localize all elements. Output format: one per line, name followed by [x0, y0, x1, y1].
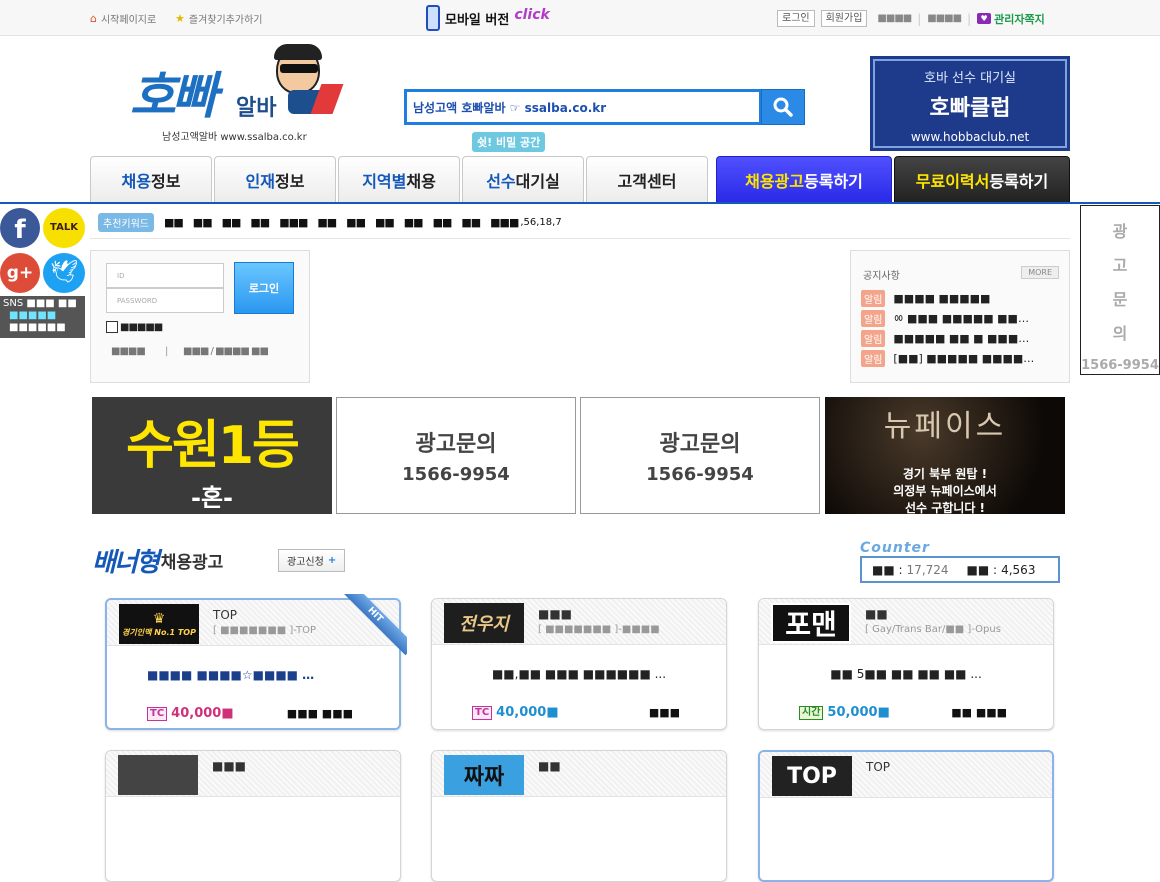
notice-item[interactable]: 알림 ㆀ ■■■ ■■■■■ ■■… — [861, 308, 1034, 328]
google-plus-icon[interactable]: g+ — [0, 253, 40, 293]
keyword-item[interactable]: ■■ — [193, 216, 213, 229]
job-card[interactable]: ■■■ — [105, 750, 401, 882]
keyword-item[interactable]: ■■ — [346, 216, 366, 229]
plus-icon: + — [327, 555, 337, 566]
id-field[interactable]: ID — [106, 263, 224, 288]
divider: | — [165, 346, 169, 357]
mobile-version-link[interactable]: 모바일 버전 click — [426, 5, 550, 31]
keyword-item[interactable]: ■■ — [250, 216, 270, 229]
auto-login-checkbox[interactable]: ■■■■■ — [106, 321, 163, 333]
kakaotalk-icon[interactable]: TALK — [43, 208, 85, 248]
ad-banner-inquiry-2[interactable]: 광고문의 1566-9954 — [580, 397, 820, 514]
keyword-item[interactable]: ■■■ — [279, 216, 308, 229]
checkbox-icon — [106, 321, 118, 333]
hobbaclub-banner[interactable]: 호바 선수 대기실 호빠클럽 www.hobbaclub.net — [870, 56, 1070, 151]
divider: | — [967, 11, 972, 26]
twitter-icon[interactable]: 🕊 — [43, 253, 85, 293]
search-icon — [773, 97, 793, 117]
keyword-item[interactable]: ■■ — [317, 216, 337, 229]
divider: | — [917, 11, 922, 26]
company-logo: TOP — [772, 756, 852, 796]
ad-banner-inquiry-1[interactable]: 광고문의 1566-9954 — [336, 397, 576, 514]
site-logo[interactable]: 호빠 알바 남성고액알바 www.ssalba.co.kr — [128, 44, 344, 144]
signup-link[interactable]: ■■■■ — [111, 346, 146, 357]
password-field[interactable]: PASSWORD — [106, 288, 224, 313]
side-ad-inquiry[interactable]: 광 고 문 의 1566-9954 — [1080, 205, 1160, 375]
keyword-item[interactable]: ■■ — [461, 216, 481, 229]
bookmark-link[interactable]: ★ 즐겨찾기추가하기 — [175, 11, 262, 26]
visitor-counter: Counter ■■ : 17,724 ■■ : 4,563 — [860, 540, 1060, 583]
section-title: 배너형 채용광고 — [92, 548, 224, 578]
company-logo — [118, 755, 198, 795]
find-account-link[interactable]: ■■■ / ■■■■ ■■ — [183, 346, 269, 357]
tab-talent-info[interactable]: 인재 정보 — [214, 156, 336, 202]
login-button[interactable]: 로그인 — [234, 262, 294, 314]
job-card[interactable]: TOP TOP — [758, 750, 1054, 882]
notice-panel: 공지사항 MORE 알림 ■■■■ ■■■■■ 알림 ㆀ ■■■ ■■■■■ ■■…… — [850, 250, 1070, 383]
company-logo: 전우지 — [444, 603, 524, 643]
job-card[interactable]: 짜짜 ■■ — [431, 750, 727, 882]
company-logo: 짜짜 — [444, 755, 524, 795]
keyword-item[interactable]: ■■ — [222, 216, 242, 229]
job-card[interactable]: 전우지 ■■■ [ ■■■■■■■ ]-■■■■ ■■,■■ ■■■ ■■■■■… — [431, 598, 727, 730]
nav-underline — [0, 202, 1160, 204]
social-panel: f TALK g+ 🕊 SNS ■■■ ■■ ■■■■■ ■■■■■■ — [0, 207, 85, 338]
search-button[interactable] — [761, 89, 805, 125]
keyword-bar: 추천키워드 ■■ ■■ ■■ ■■ ■■■ ■■ ■■ ■■ ■■ ■■ ■■ … — [90, 207, 1070, 239]
notice-item[interactable]: 알림 ■■■■■ ■■ ■ ■■■… — [861, 328, 1034, 348]
mascot-image — [258, 44, 344, 116]
login-link[interactable]: 로그인 — [777, 10, 815, 27]
ad-banner-newface[interactable]: 뉴페이스 경기 북부 원탑 ! 의정부 뉴페이스에서 선수 구합니다 ! — [825, 397, 1065, 515]
hit-ribbon: HIT — [337, 594, 407, 664]
login-panel: ID PASSWORD 로그인 ■■■■■ ■■■■ | ■■■ / ■■■■ … — [90, 250, 310, 383]
job-card[interactable]: ♛ 경기인맥 No.1 TOP TOP [ ■■■■■■■ ]-TOP HIT ■… — [105, 594, 407, 730]
ad-banner-suwon[interactable]: 수원1등 -혼- — [92, 397, 332, 514]
sns-box: SNS ■■■ ■■ ■■■■■ ■■■■■■ — [0, 296, 85, 338]
facebook-icon[interactable]: f — [0, 208, 40, 248]
notice-item[interactable]: 알림 [■■] ■■■■■ ■■■■… — [861, 348, 1034, 368]
keyword-item[interactable]: ■■ — [164, 216, 184, 229]
tab-waiting-room[interactable]: 선수 대기실 — [462, 156, 584, 202]
company-logo: ♛ 경기인맥 No.1 TOP — [119, 604, 199, 644]
keyword-item[interactable]: ■■ — [375, 216, 395, 229]
star-icon: ★ — [175, 12, 185, 25]
search-input[interactable]: 남성고액 호빠알바 ☞ ssalba.co.kr — [404, 89, 762, 125]
register-resume-button[interactable]: 무료이력서 등록하기 — [894, 156, 1070, 202]
notice-more-button[interactable]: MORE — [1021, 266, 1059, 279]
keyword-item[interactable]: ■■ — [433, 216, 453, 229]
top-link-3[interactable]: ■■■■ — [877, 13, 912, 24]
notice-item[interactable]: 알림 ■■■■ ■■■■■ — [861, 288, 1034, 308]
job-card[interactable]: 포맨 ■■ [ Gay/Trans Bar/■■ ]-Opus ■■ 5■■ ■… — [758, 598, 1054, 730]
secret-space-bubble: 쉿! 비밀 공간 — [472, 132, 546, 152]
tab-customer-center[interactable]: 고객센터 — [586, 156, 708, 202]
join-link[interactable]: 회원가입 — [820, 10, 868, 27]
notice-title: 공지사항 — [863, 271, 900, 282]
ad-apply-button[interactable]: 광고신청 + — [278, 549, 346, 572]
register-job-ad-button[interactable]: 채용광고 등록하기 — [716, 156, 892, 202]
top-link-4[interactable]: ■■■■ — [927, 13, 962, 24]
home-icon: ⌂ — [90, 12, 97, 25]
company-logo: 포맨 — [771, 603, 851, 643]
start-page-link[interactable]: ⌂ 시작페이지로 — [90, 11, 156, 26]
mobile-phone-icon — [426, 5, 440, 31]
tab-regional-jobs[interactable]: 지역별 채용 — [338, 156, 460, 202]
keyword-item[interactable]: ■■■ — [490, 216, 519, 229]
keyword-item[interactable]: ■■ — [404, 216, 424, 229]
tab-job-info[interactable]: 채용 정보 — [90, 156, 212, 202]
admin-message-link[interactable]: ♥ 관리자쪽지 — [977, 11, 1045, 27]
message-icon: ♥ — [977, 13, 992, 24]
